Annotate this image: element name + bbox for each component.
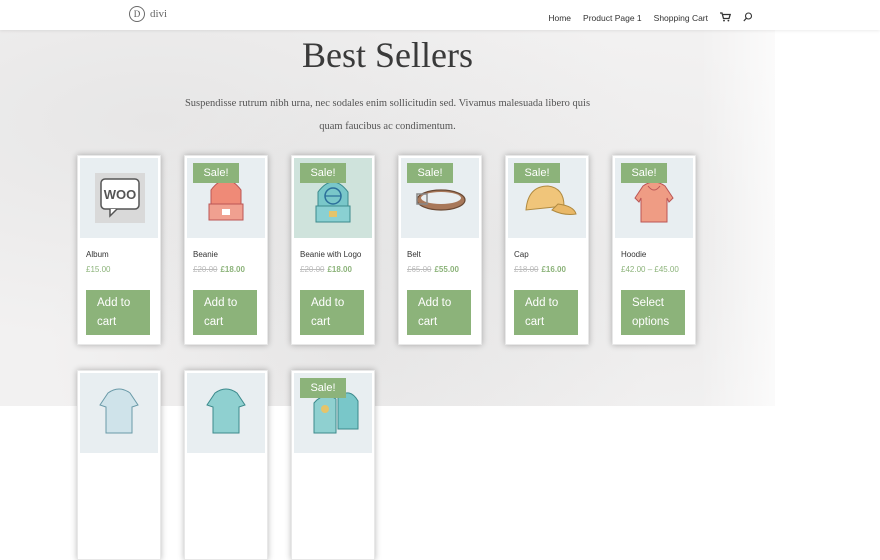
logo-text: divi [150,8,168,20]
product-price: £42.00 – £45.00 [621,265,679,274]
price-value: £42.00 – £45.00 [621,265,679,274]
logo-mark: D [129,6,145,22]
page-title: Best Sellers [302,35,473,75]
product-name[interactable]: Beanie [193,250,218,259]
sale-badge: Sale! [621,163,667,183]
sale-badge: Sale! [300,378,346,398]
sale-badge: Sale! [514,163,560,183]
product-price: £20.00 £18.00 [300,265,352,274]
svg-text:WOO: WOO [104,187,137,202]
nav-shopping-cart[interactable]: Shopping Cart [654,13,708,23]
add-to-cart-button[interactable]: Add to cart [514,290,578,335]
site-logo[interactable]: D divi [129,6,167,22]
add-to-cart-button[interactable]: Add to cart [300,290,364,335]
product-price: £65.00 £55.00 [407,265,459,274]
old-price: £18.00 [514,265,539,274]
sale-badge: Sale! [193,163,239,183]
product-card-belt[interactable]: Sale! Belt £65.00 £55.00 Add to cart [398,155,482,345]
product-price: £18.00 £16.00 [514,265,566,274]
product-card-hoodie[interactable]: Sale! Hoodie £42.00 – £45.00 Select opti… [612,155,696,345]
sale-price: £16.00 [541,265,566,274]
product-image[interactable]: WOO [80,158,158,238]
product-card-album[interactable]: WOO Album £15.00 Add to cart [77,155,161,345]
product-card-beanie[interactable]: Sale! Beanie £20.00 £18.00 Add to cart [184,155,268,345]
nav-product-page-1[interactable]: Product Page 1 [583,13,642,23]
nav-home[interactable]: Home [548,13,571,23]
add-to-cart-button[interactable]: Add to cart [407,290,471,335]
site-header: D divi Home Product Page 1 Shopping Cart [0,0,880,30]
add-to-cart-button[interactable]: Add to cart [193,290,257,335]
sale-price: £18.00 [220,265,245,274]
old-price: £65.00 [407,265,432,274]
product-name[interactable]: Album [86,250,109,259]
product-image[interactable] [187,373,265,453]
select-options-button[interactable]: Select options [621,290,685,335]
search-icon[interactable] [743,9,753,27]
cart-icon[interactable] [720,9,732,27]
product-card[interactable]: Sale! [291,370,375,560]
old-price: £20.00 [193,265,218,274]
intro-text: Suspendisse rutrum nibh urna, nec sodale… [184,98,591,132]
product-name[interactable]: Beanie with Logo [300,250,361,259]
sale-badge: Sale! [300,163,346,183]
product-image[interactable] [80,373,158,453]
product-name[interactable]: Cap [514,250,529,259]
product-card[interactable] [77,370,161,560]
price-value: £15.00 [86,265,111,274]
sale-price: £55.00 [434,265,459,274]
product-card[interactable] [184,370,268,560]
product-card-cap[interactable]: Sale! Cap £18.00 £16.00 Add to cart [505,155,589,345]
main-nav: Home Product Page 1 Shopping Cart [536,9,753,27]
product-name[interactable]: Belt [407,250,421,259]
product-price: £15.00 [86,265,110,274]
sale-price: £18.00 [327,265,352,274]
product-price: £20.00 £18.00 [193,265,245,274]
old-price: £20.00 [300,265,325,274]
add-to-cart-button[interactable]: Add to cart [86,290,150,335]
product-name[interactable]: Hoodie [621,250,646,259]
sale-badge: Sale! [407,163,453,183]
product-card-beanie-with-logo[interactable]: Sale! Beanie with Logo £20.00 £18.00 Add … [291,155,375,345]
